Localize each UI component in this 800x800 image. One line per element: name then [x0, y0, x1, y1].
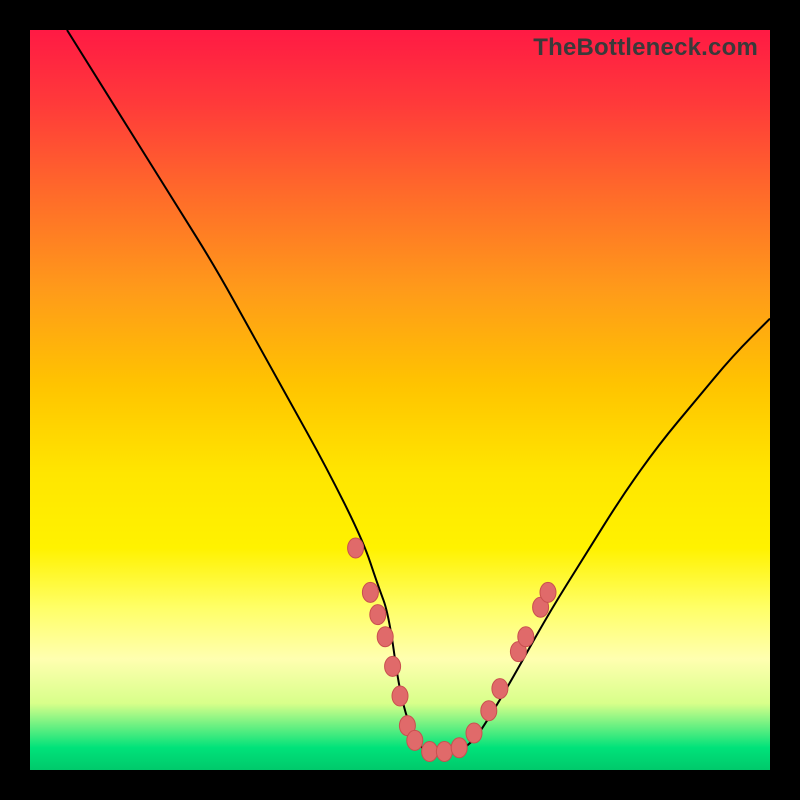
chart-frame: TheBottleneck.com: [0, 0, 800, 800]
data-marker: [518, 627, 534, 647]
data-marker: [466, 723, 482, 743]
data-marker: [392, 686, 408, 706]
bottleneck-curve: [67, 30, 770, 755]
data-marker: [481, 701, 497, 721]
data-marker: [407, 730, 423, 750]
data-marker: [385, 656, 401, 676]
curve-group: [67, 30, 770, 755]
data-marker: [348, 538, 364, 558]
plot-area: TheBottleneck.com: [30, 30, 770, 770]
data-marker: [492, 679, 508, 699]
data-marker: [540, 582, 556, 602]
chart-svg: [30, 30, 770, 770]
data-marker: [362, 582, 378, 602]
data-marker: [451, 738, 467, 758]
marker-group: [348, 538, 556, 762]
data-marker: [370, 605, 386, 625]
data-marker: [422, 742, 438, 762]
data-marker: [377, 627, 393, 647]
data-marker: [436, 742, 452, 762]
